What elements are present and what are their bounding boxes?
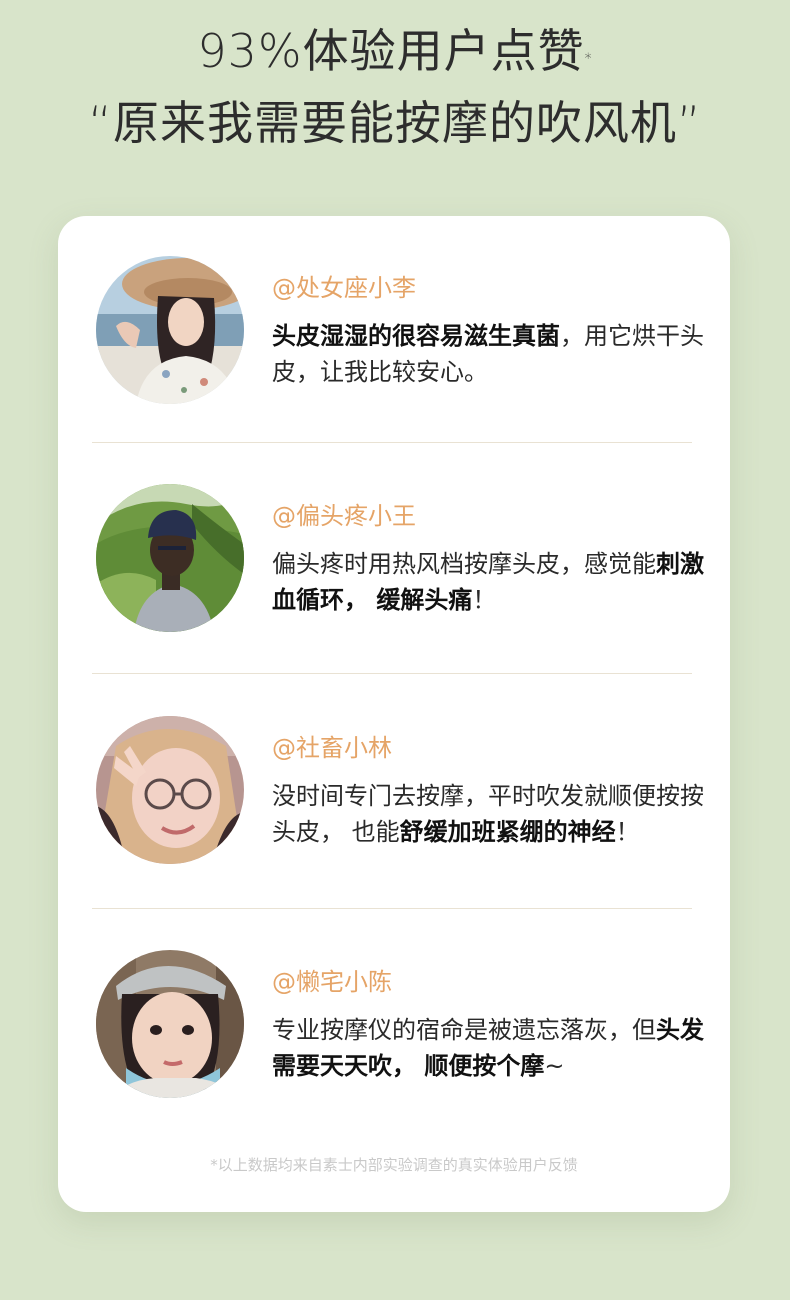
- review-comment-text: ！: [615, 818, 640, 846]
- review-item: @懒宅小陈 专业按摩仪的宿命是被遗忘落灰，但头发需要天天吹， 顺便按个摩~: [96, 950, 704, 1100]
- girl-glasses-peace-sign-photo-icon: [96, 716, 244, 864]
- review-comment-bold: 舒缓加班紧绷的神经: [399, 818, 616, 846]
- review-username: @社畜小林: [272, 734, 392, 762]
- headline-title: 93%体验用户点赞: [197, 24, 585, 78]
- avatar: [96, 716, 244, 864]
- review-comment: 偏头疼时用热风档按摩头皮，感觉能刺激血循环， 缓解头痛！: [272, 546, 712, 618]
- avatar: [96, 950, 244, 1098]
- review-item: @偏头疼小王 偏头疼时用热风档按摩头皮，感觉能刺激血循环， 缓解头痛！: [96, 484, 704, 634]
- avatar: [96, 256, 244, 404]
- girl-cap-mask-photo-icon: [96, 950, 244, 1098]
- review-item: @处女座小李 头皮湿湿的很容易滋生真菌，用它烘干头皮，让我比较安心。: [96, 256, 704, 406]
- footnote: *以上数据均来自素士内部实验调查的真实体验用户反馈: [210, 1156, 578, 1174]
- review-comment-text: 偏头疼时用热风档按摩头皮，感觉能: [272, 550, 656, 578]
- avatar: [96, 484, 244, 632]
- review-comment: 专业按摩仪的宿命是被遗忘落灰，但头发需要天天吹， 顺便按个摩~: [272, 1012, 712, 1084]
- review-username: @偏头疼小王: [272, 502, 416, 530]
- review-username: @处女座小李: [272, 274, 416, 302]
- headline-footnote-mark: *: [584, 51, 593, 67]
- divider: [92, 442, 692, 443]
- divider: [92, 673, 692, 674]
- headline-quote: “原来我需要能按摩的吹风机”: [88, 96, 702, 150]
- man-cap-hillside-photo-icon: [96, 484, 244, 632]
- review-comment-bold: 头皮湿湿的很容易滋生真菌: [272, 322, 560, 350]
- review-item: @社畜小林 没时间专门去按摩，平时吹发就顺便按按头皮， 也能舒缓加班紧绷的神经！: [96, 716, 704, 866]
- reviews-card: @处女座小李 头皮湿湿的很容易滋生真菌，用它烘干头皮，让我比较安心。 @偏头疼小…: [58, 216, 730, 1212]
- divider: [92, 908, 692, 909]
- headline: 93%体验用户点赞* “原来我需要能按摩的吹风机”: [0, 18, 790, 156]
- review-comment: 头皮湿湿的很容易滋生真菌，用它烘干头皮，让我比较安心。: [272, 318, 712, 390]
- headline-line1: 93%体验用户点赞*: [0, 18, 790, 84]
- woman-straw-hat-photo-icon: [96, 256, 244, 404]
- review-comment-text: ~: [544, 1052, 565, 1080]
- review-comment-text: 专业按摩仪的宿命是被遗忘落灰，但: [272, 1016, 656, 1044]
- review-comment-text: ！: [472, 586, 497, 614]
- review-comment: 没时间专门去按摩，平时吹发就顺便按按头皮， 也能舒缓加班紧绷的神经！: [272, 778, 712, 850]
- review-username: @懒宅小陈: [272, 968, 392, 996]
